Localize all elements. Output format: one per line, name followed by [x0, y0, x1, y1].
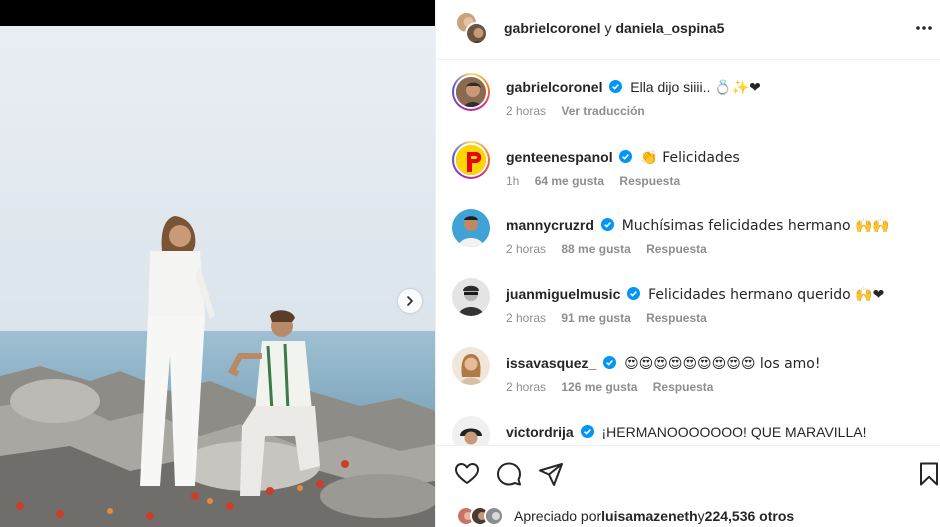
bookmark-icon[interactable] [916, 461, 940, 487]
avatar[interactable] [452, 278, 490, 316]
liked-by-avatars[interactable] [456, 506, 508, 526]
proposal-photo[interactable] [0, 26, 435, 527]
liked-by-row: Apreciado porluisamazenethy224,536 otros [456, 506, 794, 526]
verified-badge-icon [609, 80, 623, 93]
comment-text: ¡HERMANOOOOOOO! QUE MARAVILLA! [601, 424, 867, 440]
comment-time[interactable]: 2 horas [506, 380, 546, 394]
verified-badge-icon [619, 150, 633, 163]
liked-by-conjunction: y [697, 508, 705, 524]
comment-likes[interactable]: 64 me gusta [535, 174, 604, 188]
comment-text: 😍😍😍😍😍😍😍😍😍 los amo! [624, 356, 821, 372]
verified-badge-icon [603, 356, 617, 369]
comment-time[interactable]: 2 horas [506, 242, 546, 256]
liked-by-prefix: Apreciado por [514, 508, 602, 524]
verified-badge-icon [600, 218, 614, 231]
comment-likes[interactable]: 126 me gusta [561, 380, 637, 394]
avatar[interactable] [452, 209, 490, 247]
comment-likes[interactable]: 88 me gusta [561, 242, 630, 256]
comment-time[interactable]: 1h [506, 174, 519, 188]
post-actions: Apreciado porluisamazenethy224,536 otros [436, 445, 940, 527]
post-authors: gabrielcoronel y daniela_ospina5 [504, 20, 724, 36]
comment-username[interactable]: juanmiguelmusic [506, 286, 620, 302]
comment-text: Muchísimas felicidades hermano 🙌🙌 [621, 218, 890, 234]
avatar[interactable] [452, 73, 490, 111]
chevron-right-icon [407, 296, 413, 306]
avatar[interactable] [452, 347, 490, 385]
avatar [484, 506, 504, 526]
comment-icon[interactable] [496, 461, 522, 487]
heart-icon[interactable] [454, 461, 480, 487]
authors-conjunction: y [604, 20, 612, 36]
avatar[interactable] [452, 141, 490, 179]
post-side-panel: gabrielcoronel y daniela_ospina5 gabrielco… [435, 0, 940, 527]
next-photo-button[interactable] [398, 289, 422, 313]
avatar[interactable] [452, 416, 490, 445]
media-top-bar [0, 0, 435, 26]
verified-badge-icon [627, 287, 641, 300]
more-options-button[interactable] [914, 16, 938, 40]
liked-by-text: Apreciado porluisamazenethy224,536 otros [514, 508, 794, 524]
comment-username[interactable]: victordrija [506, 424, 574, 440]
comment-likes[interactable]: 91 me gusta [561, 311, 630, 325]
reply-button[interactable]: Respuesta [619, 174, 680, 188]
caption-text: Ella dijo siiii.. [630, 79, 711, 95]
more-horizontal-icon [916, 26, 932, 30]
reply-button[interactable]: Respuesta [653, 380, 714, 394]
post-media[interactable] [0, 0, 435, 527]
liked-by-others[interactable]: 224,536 otros [705, 508, 795, 524]
comment-username[interactable]: mannycruzrd [506, 217, 594, 233]
comment-text: 👏 Felicidades [640, 150, 740, 166]
caption-time[interactable]: 2 horas [506, 104, 546, 118]
comment-username[interactable]: genteenespanol [506, 149, 613, 165]
see-translation-link[interactable]: Ver traducción [561, 104, 644, 118]
liked-by-user[interactable]: luisamazeneth [601, 508, 697, 524]
verified-badge-icon [580, 425, 594, 438]
caption-emojis: 💍✨❤ [714, 80, 761, 96]
reply-button[interactable]: Respuesta [646, 242, 707, 256]
share-icon[interactable] [538, 461, 564, 487]
comments-list[interactable]: gabrielcoronel Ella dijo siiii.. 💍✨❤ 2 h… [436, 61, 940, 445]
comment-text: Felicidades hermano querido 🙌❤ [648, 287, 885, 303]
reply-button[interactable]: Respuesta [646, 311, 707, 325]
comment-time[interactable]: 2 horas [506, 311, 546, 325]
post-header: gabrielcoronel y daniela_ospina5 [436, 0, 940, 60]
caption-username[interactable]: gabrielcoronel [506, 79, 602, 95]
author-username-1[interactable]: gabrielcoronel [504, 20, 600, 36]
collab-avatars[interactable] [455, 11, 489, 47]
author-username-2[interactable]: daniela_ospina5 [615, 20, 724, 36]
comment-username[interactable]: issavasquez_ [506, 355, 596, 371]
avatar [465, 22, 488, 45]
